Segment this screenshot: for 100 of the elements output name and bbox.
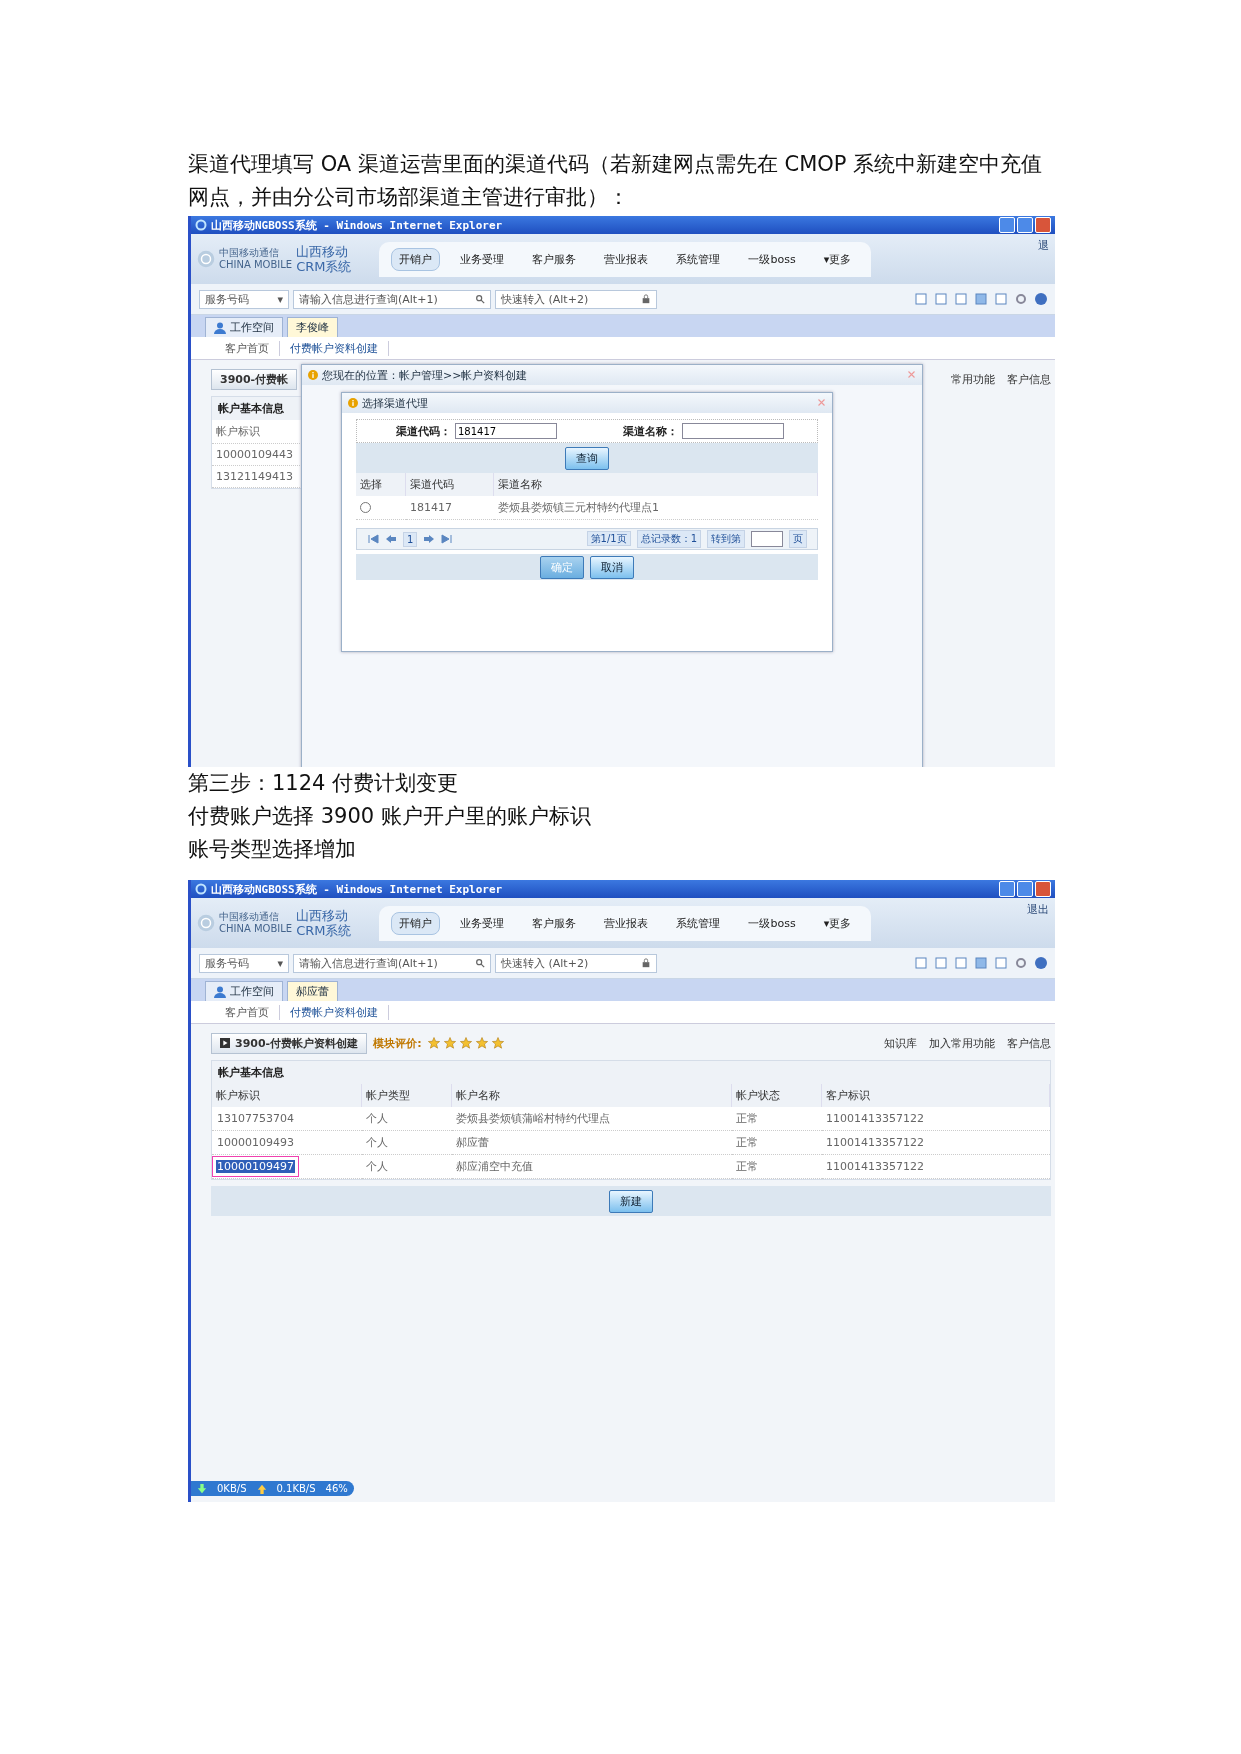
- minimize-button[interactable]: [999, 881, 1015, 897]
- caret-icon: ▾: [277, 956, 283, 970]
- workspace-tab[interactable]: 工作空间: [205, 981, 283, 1001]
- app-name: 山西移动: [296, 244, 350, 259]
- paragraph: 付费账户选择 3900 账户开户里的账户标识: [188, 803, 592, 830]
- channel-code-field[interactable]: 181417: [455, 423, 557, 439]
- app-name: CRM系统: [296, 259, 352, 274]
- previous-page-icon: [385, 533, 397, 545]
- minimize-button[interactable]: [999, 217, 1015, 233]
- layout-icon: [955, 293, 967, 305]
- app-name: CRM系统: [296, 923, 352, 938]
- page-tab[interactable]: 客户首页: [215, 340, 280, 356]
- maximize-button[interactable]: [1017, 217, 1033, 233]
- page-tab[interactable]: 付费帐户资料创建: [280, 340, 389, 356]
- page-field[interactable]: [751, 531, 783, 547]
- page-tab[interactable]: 客户首页: [215, 1004, 280, 1020]
- paragraph: 渠道代理填写 OA 渠道运营里面的渠道代码（若新建网点需先在 CMOP 系统中新建空中充值网点，并由分公司市场部渠道主管进行审批）：: [188, 151, 1044, 211]
- function-link[interactable]: 加入常用功能: [929, 1035, 995, 1051]
- nav-item[interactable]: 营业报表: [596, 247, 657, 271]
- nav-item[interactable]: 系统管理: [668, 247, 729, 271]
- column-header: 帐户标识: [212, 1084, 362, 1107]
- search-type-select[interactable]: 服务号码 ▾: [199, 289, 289, 309]
- close-button[interactable]: [1035, 881, 1051, 897]
- search-field[interactable]: 请输入信息进行查询(Alt+1): [293, 953, 491, 973]
- logo-icon: [197, 250, 215, 268]
- new-button[interactable]: 新建: [609, 1189, 653, 1213]
- query-button[interactable]: 查询: [565, 446, 609, 470]
- table-cell: 郝应蕾: [452, 1131, 732, 1155]
- section-title: 帐户基本信息: [212, 1061, 1050, 1084]
- field-label: 渠道代码：: [396, 423, 451, 439]
- nav-item[interactable]: ▾更多: [815, 911, 860, 935]
- table-cell: 个人: [362, 1131, 452, 1155]
- download-speed: 0KB/S: [217, 1483, 247, 1494]
- layout-icon: [995, 957, 1007, 969]
- page-number[interactable]: 1: [403, 531, 418, 547]
- upload-speed: 0.1KB/S: [276, 1483, 316, 1494]
- workspace-tab[interactable]: 李俊峰: [287, 317, 338, 337]
- page-tab[interactable]: 付费帐户资料创建: [280, 1004, 389, 1020]
- table-cell: 个人: [362, 1107, 452, 1131]
- info-icon: [308, 370, 318, 380]
- layout-icon: [935, 957, 947, 969]
- table-cell: 11001413357122: [822, 1131, 1050, 1155]
- star-icon: [459, 1037, 472, 1049]
- search-field[interactable]: 请输入信息进行查询(Alt+1): [293, 289, 491, 309]
- page-unit: 页: [789, 530, 807, 548]
- function-link[interactable]: 常用功能: [951, 371, 995, 387]
- settings-icon: [1015, 293, 1027, 305]
- logout-link[interactable]: 退: [1038, 238, 1049, 253]
- dialog-title: 选择渠道代理: [362, 395, 428, 411]
- table-cell: 个人: [362, 1155, 452, 1179]
- workspace-tab[interactable]: 工作空间: [205, 317, 283, 337]
- column-header: 渠道代码: [406, 473, 494, 496]
- table-cell: 娄烦县娄烦镇蒲峪村特约代理点: [452, 1107, 732, 1131]
- maximize-button[interactable]: [1017, 881, 1033, 897]
- quick-jump-field[interactable]: 快速转入 (Alt+2): [495, 289, 657, 309]
- star-rating[interactable]: [427, 1037, 504, 1049]
- module-title: 3900-付费帐户资料创建: [211, 1032, 368, 1054]
- search-icon: [475, 958, 485, 968]
- rating-label: 模块评价:: [373, 1035, 422, 1051]
- quick-jump-field[interactable]: 快速转入 (Alt+2): [495, 953, 657, 973]
- function-link[interactable]: 知识库: [884, 1035, 917, 1051]
- column-header: 选择: [356, 473, 406, 496]
- layout-icon: [975, 957, 987, 969]
- logout-link[interactable]: 退出: [1027, 902, 1049, 917]
- layout-icon: [935, 293, 947, 305]
- function-link[interactable]: 客户信息: [1007, 1035, 1051, 1051]
- channel-name-field[interactable]: [682, 423, 784, 439]
- nav-item[interactable]: 一级boss: [740, 911, 804, 935]
- table-cell[interactable]: 13107753704: [216, 1112, 295, 1125]
- star-icon: [475, 1037, 488, 1049]
- layout-icon: [915, 957, 927, 969]
- nav-item[interactable]: 业务受理: [452, 247, 513, 271]
- nav-item[interactable]: 一级boss: [740, 247, 804, 271]
- brand-text: 中国移动通信: [219, 911, 280, 923]
- cancel-button[interactable]: 取消: [590, 555, 634, 579]
- nav-item[interactable]: 营业报表: [596, 911, 657, 935]
- close-button[interactable]: [1035, 217, 1051, 233]
- nav-item[interactable]: 开销户: [391, 911, 441, 935]
- column-header: 帐户名称: [452, 1084, 732, 1107]
- record-count: 总记录数：1: [636, 530, 701, 548]
- table-cell: 11001413357122: [822, 1107, 1050, 1131]
- nav-item[interactable]: 开销户: [391, 247, 441, 271]
- column-header: 渠道名称: [494, 473, 818, 496]
- browser-icon: [195, 883, 207, 895]
- radio-button[interactable]: [360, 502, 371, 513]
- nav-item[interactable]: 业务受理: [452, 911, 513, 935]
- search-type-select[interactable]: 服务号码 ▾: [199, 953, 289, 973]
- workspace-tab[interactable]: 郝应蕾: [287, 981, 338, 1001]
- first-page-icon: [367, 533, 379, 545]
- table-cell: 181417: [406, 496, 494, 520]
- star-icon: [443, 1037, 456, 1049]
- nav-item[interactable]: 客户服务: [524, 247, 585, 271]
- nav-item[interactable]: 系统管理: [668, 911, 729, 935]
- nav-item[interactable]: 客户服务: [524, 911, 585, 935]
- layout-icon: [955, 957, 967, 969]
- layout-icon: [975, 293, 987, 305]
- field-label: 渠道名称：: [623, 423, 678, 439]
- table-cell[interactable]: 10000109493: [216, 1136, 295, 1149]
- nav-item[interactable]: ▾更多: [815, 247, 860, 271]
- function-link[interactable]: 客户信息: [1007, 371, 1051, 387]
